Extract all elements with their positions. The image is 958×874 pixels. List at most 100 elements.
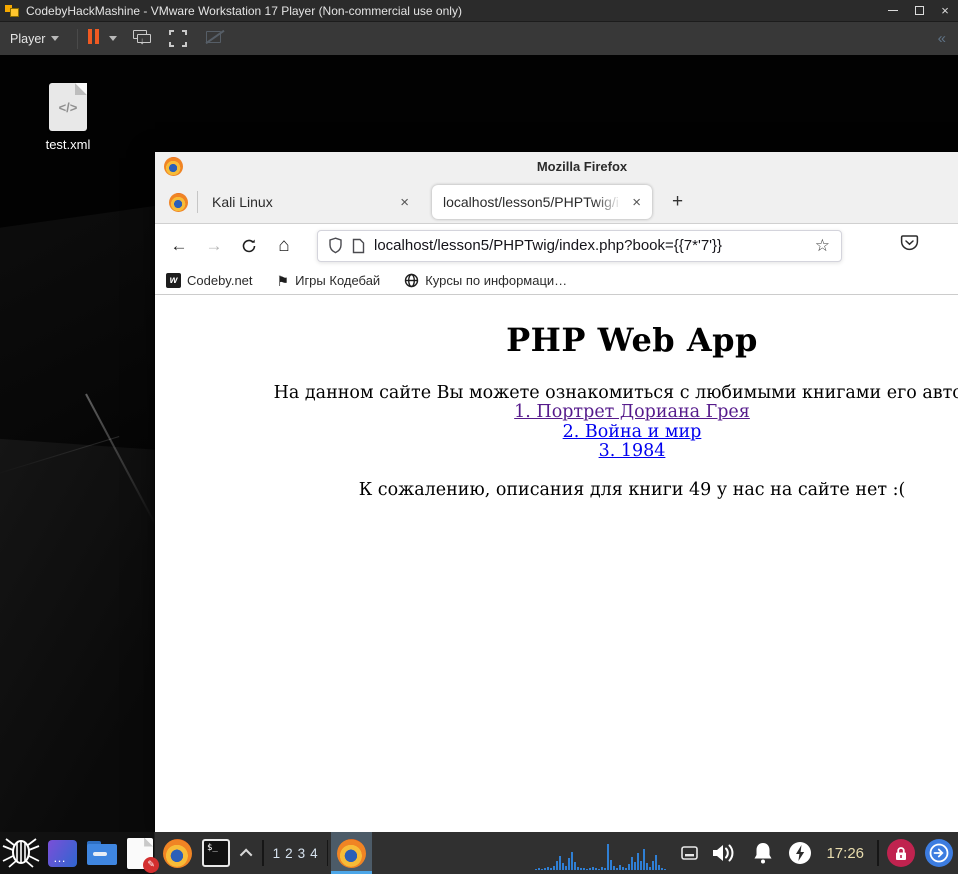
workspace-3[interactable]: 3 <box>298 846 306 861</box>
lock-screen-button[interactable] <box>887 839 916 867</box>
graph-bar <box>544 868 547 870</box>
padlock-icon <box>896 846 907 860</box>
home-button[interactable]: ⌂ <box>269 231 299 261</box>
graph-bar <box>610 860 613 870</box>
chevron-down-icon <box>109 36 118 41</box>
bookmark-star-icon[interactable]: ☆ <box>812 236 833 256</box>
text-editor-button[interactable]: ✎ <box>121 832 160 874</box>
tab-bar: Kali Linux × localhost/lesson5/PHPTwig/i… <box>155 181 958 224</box>
firefox-window: Mozilla Firefox Kali Linux × localhost/l… <box>155 152 958 832</box>
arrow-down-icon: ↓ <box>139 36 145 47</box>
clock[interactable]: 17:26 <box>826 845 864 862</box>
graph-bar <box>613 866 616 870</box>
url-input[interactable]: localhost/lesson5/PHPTwig/index.php?book… <box>374 237 812 254</box>
graph-bar <box>550 868 553 870</box>
workspace-1[interactable]: 1 <box>273 846 281 861</box>
bookmark-kursy[interactable]: Курсы по информаци… <box>404 273 567 288</box>
graph-bar <box>580 868 583 870</box>
maximize-icon <box>914 6 924 15</box>
graph-bar <box>622 867 625 870</box>
page-info-icon[interactable] <box>352 238 365 254</box>
graph-bar <box>565 866 568 870</box>
display-tray-icon[interactable] <box>674 832 704 874</box>
close-tab-icon[interactable]: × <box>395 193 414 212</box>
send-to-monitor-button[interactable]: ↓ <box>133 30 153 47</box>
back-button[interactable]: ← <box>164 231 194 261</box>
volume-icon[interactable] <box>704 832 744 874</box>
graph-bar <box>607 844 610 870</box>
vmware-player-icon <box>5 3 20 18</box>
graph-bar <box>625 868 628 870</box>
power-manager-icon[interactable] <box>782 832 818 874</box>
firefox-titlebar[interactable]: Mozilla Firefox <box>155 152 958 181</box>
vmware-titlebar: CodebyHackMashine - VMware Workstation 1… <box>0 0 958 22</box>
graph-bar <box>631 857 634 870</box>
not-found-message: К сожалению, описания для книги 49 у нас… <box>358 479 906 500</box>
bookmark-label: Игры Кодебай <box>295 273 381 288</box>
graph-bar <box>547 867 550 870</box>
player-menu-button[interactable]: Player <box>0 32 67 46</box>
file-manager-button[interactable] <box>82 832 121 874</box>
graph-bar <box>553 866 556 870</box>
tab-localhost-active[interactable]: localhost/lesson5/PHPTwig/i × <box>432 185 652 219</box>
xml-file-icon: </> <box>49 83 87 131</box>
panel-expand-button[interactable] <box>236 832 259 874</box>
graph-bar <box>568 858 571 870</box>
graph-bar <box>628 864 631 870</box>
globe-icon <box>405 273 419 288</box>
desktop-file-testxml[interactable]: </> test.xml <box>34 83 102 152</box>
suspend-vm-button[interactable] <box>88 28 118 49</box>
vmware-maximize-button[interactable] <box>906 0 932 21</box>
logout-button[interactable] <box>925 839 954 867</box>
workspace-pager[interactable]: 1 2 3 4 <box>267 846 324 861</box>
panel-divider <box>261 840 264 866</box>
graph-bar <box>562 863 565 870</box>
bookmark-igry-codebay[interactable]: ⚑ Игры Кодебай <box>277 273 381 288</box>
applications-menu-button[interactable] <box>0 832 43 874</box>
tab-kali-linux[interactable]: Kali Linux × <box>198 181 424 223</box>
graph-bar <box>541 869 544 870</box>
firefox-icon <box>163 838 193 868</box>
book-link-3[interactable]: 3. 1984 <box>599 441 666 461</box>
graph-bar <box>643 849 646 870</box>
fullscreen-button[interactable] <box>169 30 189 47</box>
network-graph[interactable] <box>535 836 667 870</box>
toolbar-divider <box>77 28 79 49</box>
firefox-view-button[interactable] <box>169 192 188 212</box>
notification-bell-icon[interactable] <box>744 832 782 874</box>
terminal-launcher-button[interactable]: $_ <box>196 832 235 874</box>
codeby-favicon: w <box>166 273 181 288</box>
file-label: test.xml <box>45 137 91 152</box>
workspace-2[interactable]: 2 <box>285 846 293 861</box>
vmware-close-button[interactable]: × <box>932 0 958 21</box>
tab-label: Kali Linux <box>212 194 273 210</box>
tab-label-fade <box>594 187 628 217</box>
folder-icon <box>86 841 117 865</box>
graph-bar <box>637 853 640 870</box>
graph-bar <box>601 867 604 870</box>
graph-bar <box>559 856 562 870</box>
collapse-toolbar-button[interactable]: « <box>938 30 946 47</box>
vmware-minimize-button[interactable] <box>880 0 906 21</box>
pocket-icon[interactable] <box>900 234 919 257</box>
book-link-2[interactable]: 2. Война и мир <box>563 422 702 442</box>
document-icon: ✎ <box>127 837 160 873</box>
graph-bar <box>664 869 667 870</box>
close-tab-icon[interactable]: × <box>627 193 646 212</box>
vmware-window-title: CodebyHackMashine - VMware Workstation 1… <box>26 3 462 18</box>
bookmark-codeby[interactable]: w Codeby.net <box>166 273 253 288</box>
reload-button[interactable] <box>234 231 264 261</box>
book-link-1[interactable]: 1. Портрет Дориана Грея <box>514 402 750 422</box>
app-launcher-button[interactable]: … <box>43 832 82 874</box>
firefox-window-button-active[interactable] <box>331 832 373 874</box>
url-bar[interactable]: localhost/lesson5/PHPTwig/index.php?book… <box>317 229 842 262</box>
workspace-4[interactable]: 4 <box>310 846 318 861</box>
kali-taskbar: … ✎ $_ 1 2 3 4 17:26 <box>0 832 958 874</box>
graph-bar <box>661 868 664 870</box>
unity-mode-button-disabled <box>205 29 226 47</box>
vmware-toolbar: Player ↓ « <box>0 22 958 55</box>
shield-icon[interactable] <box>328 237 343 254</box>
firefox-window-title: Mozilla Firefox <box>536 159 628 174</box>
new-tab-button[interactable]: + <box>664 189 691 215</box>
firefox-launcher-button[interactable] <box>159 832 196 874</box>
